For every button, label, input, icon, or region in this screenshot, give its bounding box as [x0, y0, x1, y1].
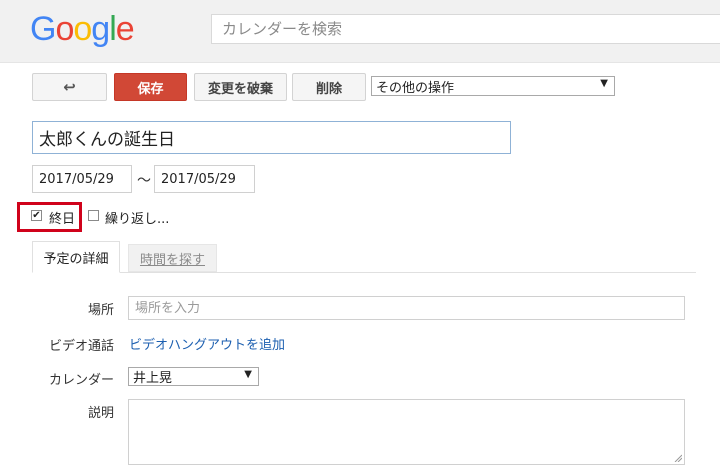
more-actions-select[interactable]: その他の操作 ▼ [371, 76, 615, 96]
search-box [211, 14, 720, 44]
tab-event-details[interactable]: 予定の詳細 [32, 241, 120, 273]
date-separator: ～ [137, 173, 151, 189]
dropdown-arrow-icon: ▼ [244, 369, 252, 380]
calendar-select-value: 井上晃 [133, 371, 173, 386]
logo-letter: G [30, 10, 56, 48]
toolbar: ↩ 保存 変更を破棄 削除 その他の操作 ▼ [0, 73, 720, 103]
repeat-checkbox[interactable] [88, 210, 99, 221]
more-actions-label: その他の操作 [376, 80, 455, 96]
search-input[interactable] [212, 15, 720, 43]
calendar-label: カレンダー [48, 373, 114, 388]
allday-label: 終日 [49, 212, 76, 227]
save-button[interactable]: 保存 [114, 73, 187, 101]
back-button[interactable]: ↩ [32, 73, 107, 101]
dropdown-arrow-icon: ▼ [600, 78, 608, 89]
add-hangout-link[interactable]: ビデオハングアウトを追加 [129, 334, 285, 353]
discard-changes-button[interactable]: 変更を破棄 [194, 73, 287, 101]
place-label: 場所 [87, 303, 114, 318]
end-date-input[interactable]: 2017/05/29 [154, 165, 255, 193]
logo-letter: o [55, 10, 74, 48]
video-call-label: ビデオ通話 [48, 339, 114, 354]
delete-button[interactable]: 削除 [292, 73, 366, 101]
back-arrow-icon: ↩ [63, 78, 76, 96]
event-title-input[interactable]: 太郎くんの誕生日 [32, 121, 511, 154]
place-input[interactable] [128, 296, 685, 320]
tab-find-time[interactable]: 時間を探す [128, 244, 217, 272]
repeat-label[interactable]: 繰り返し... [105, 208, 169, 227]
logo-letter: g [91, 10, 110, 48]
description-textarea[interactable] [128, 399, 685, 465]
tab-divider [32, 272, 696, 273]
allday-checkbox[interactable]: ✔ [31, 210, 42, 221]
top-bar: Google [0, 0, 720, 63]
start-date-input[interactable]: 2017/05/29 [32, 165, 132, 193]
calendar-select[interactable]: 井上晃 ▼ [128, 367, 259, 386]
logo-letter: e [115, 10, 135, 48]
google-logo[interactable]: Google [30, 10, 135, 49]
description-label: 説明 [87, 406, 114, 421]
logo-letter: o [73, 10, 92, 48]
resize-grip-icon[interactable] [674, 454, 682, 462]
